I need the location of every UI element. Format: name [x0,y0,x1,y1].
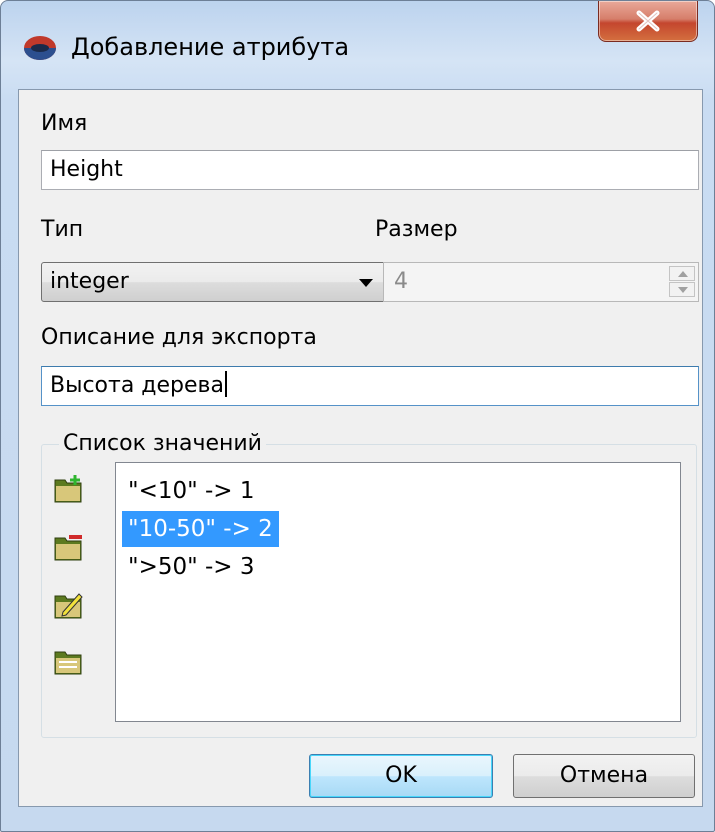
dialog-client-area: Имя Height Тип Размер integer 4 Описание… [18,89,703,807]
cancel-button[interactable]: Отмена [513,754,695,798]
text-caret [225,371,228,397]
ok-button[interactable]: OK [309,754,493,798]
list-item-selected[interactable]: "10-50" -> 2 [122,511,279,547]
close-icon [636,10,660,32]
arrow-up-icon [678,271,688,277]
values-group-title: Список значений [59,430,266,458]
edit-value-icon [54,593,83,619]
values-listbox[interactable]: "<10" -> 1 "10-50" -> 2 ">50" -> 3 [115,462,681,722]
arrow-down-icon [678,287,688,293]
add-value-icon [54,475,82,503]
type-dropdown-value: integer [50,269,129,294]
spin-down-button[interactable] [669,282,695,297]
close-button[interactable] [598,1,698,42]
export-description-input[interactable]: Высота дерева [41,366,699,406]
spin-up-button[interactable] [669,266,695,281]
chevron-down-icon [359,279,373,287]
remove-value-icon [54,535,82,561]
clear-values-icon [54,651,82,675]
name-label: Имя [41,111,88,136]
app-logo-icon [23,35,57,61]
type-dropdown[interactable]: integer [41,262,387,302]
size-value: 4 [394,269,408,294]
remove-value-button[interactable] [53,532,83,562]
clear-values-button[interactable] [53,646,83,676]
window-title: Добавление атрибута [71,33,350,61]
export-description-label: Описание для экспорта [41,325,317,350]
export-description-value: Высота дерева [50,373,225,398]
add-value-button[interactable] [53,474,83,504]
size-spin-buttons [669,266,695,298]
edit-value-button[interactable] [53,590,83,620]
dialog-window: Добавление атрибута Имя Height Тип Разме… [0,0,715,832]
title-bar[interactable]: Добавление атрибута [1,1,714,89]
type-label: Тип [41,217,84,242]
name-input[interactable]: Height [41,150,699,190]
size-spinbox[interactable]: 4 [383,262,699,302]
list-item[interactable]: "<10" -> 1 [122,473,261,509]
size-label: Размер [375,217,458,242]
list-item[interactable]: ">50" -> 3 [122,549,261,585]
